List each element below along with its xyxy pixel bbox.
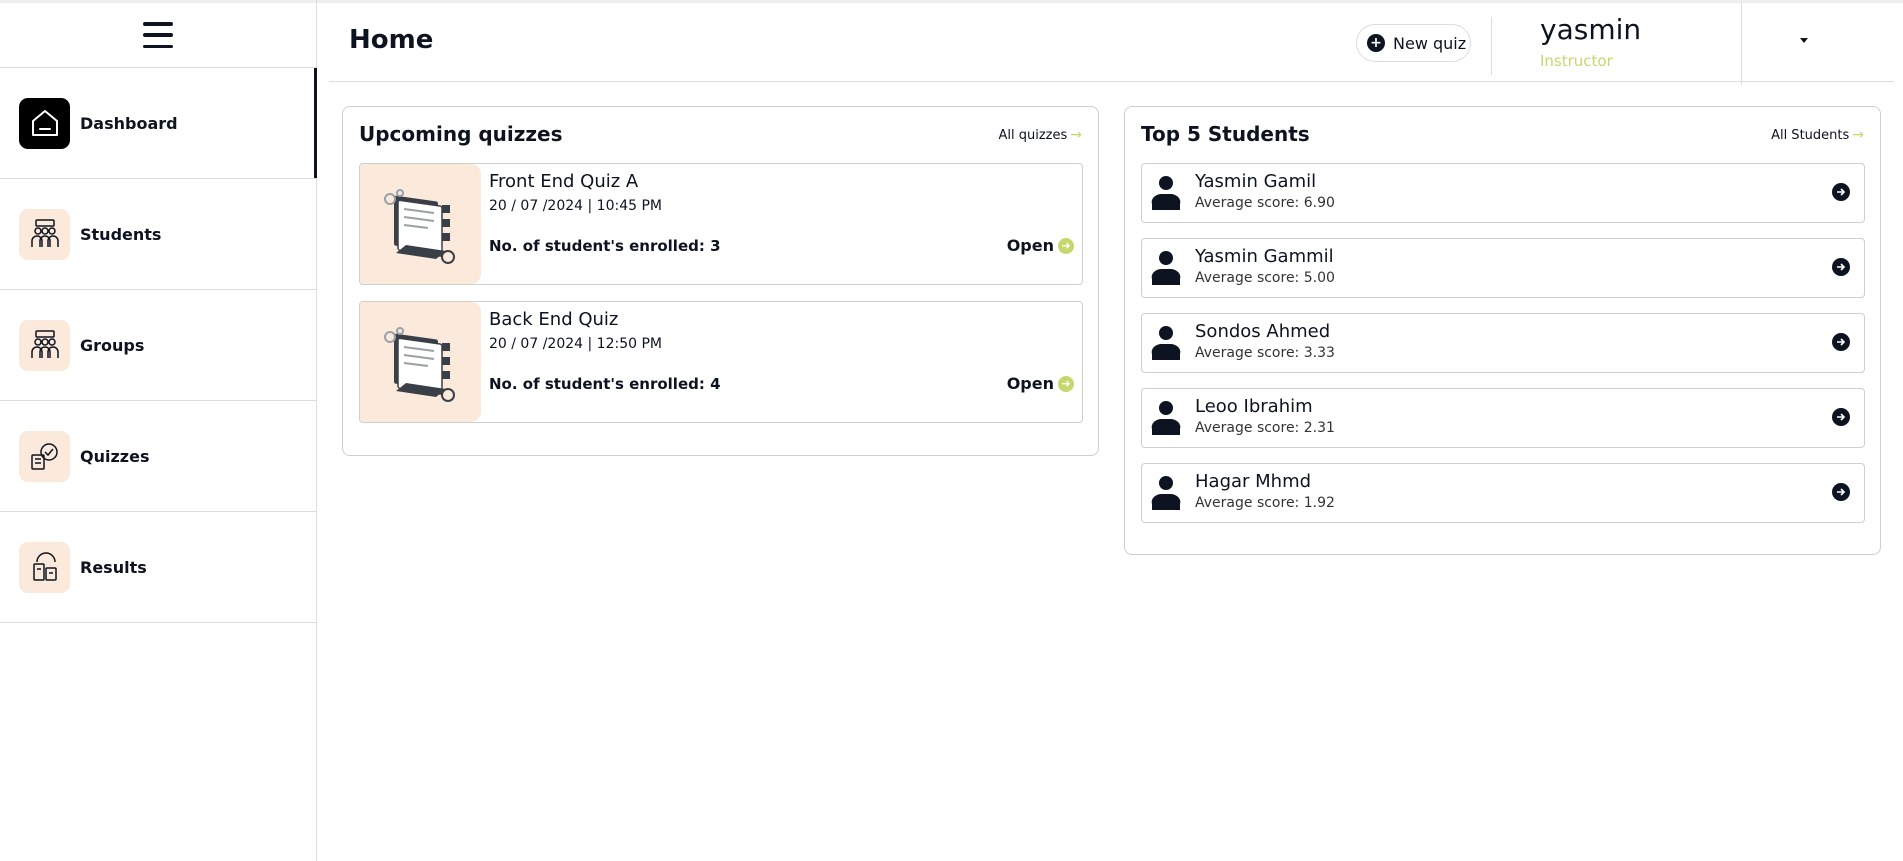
- open-label: Open: [1006, 236, 1054, 255]
- student-row[interactable]: Leoo Ibrahim Average score: 2.31: [1141, 388, 1865, 448]
- student-name: Sondos Ahmed: [1195, 321, 1331, 342]
- user-avatar-icon: [1151, 401, 1181, 435]
- quiz-title: Front End Quiz A: [489, 171, 639, 192]
- quiz-date: 20 / 07 /2024 | 12:50 PM: [489, 336, 662, 352]
- home-icon: [19, 97, 70, 149]
- sidebar-item-dashboard[interactable]: Dashboard: [0, 68, 317, 179]
- arrow-circle-right-icon[interactable]: [1832, 333, 1850, 351]
- top-header: Home + New quiz yasmin Instructor: [317, 0, 1903, 85]
- student-row[interactable]: Hagar Mhmd Average score: 1.92: [1141, 463, 1865, 523]
- student-score: Average score: 3.33: [1195, 345, 1335, 361]
- student-score: Average score: 6.90: [1195, 195, 1335, 211]
- quiz-illustration: [360, 164, 481, 284]
- panel-title: Upcoming quizzes: [359, 122, 563, 146]
- arrow-circle-right-icon[interactable]: [1832, 183, 1850, 201]
- sidebar-item-label: Results: [80, 557, 147, 577]
- arrow-circle-right-icon[interactable]: [1832, 483, 1850, 501]
- all-students-label: All Students: [1771, 127, 1850, 143]
- quizzes-icon: [19, 430, 70, 482]
- sidebar-item-groups[interactable]: Groups: [0, 290, 316, 401]
- arrow-right-icon: →: [1852, 127, 1864, 143]
- all-students-link[interactable]: All Students →: [1771, 127, 1864, 143]
- quiz-enrolled-count: No. of student's enrolled: 4: [489, 375, 721, 393]
- header-divider: [1491, 17, 1492, 75]
- student-name: Yasmin Gammil: [1195, 246, 1334, 267]
- student-row[interactable]: Yasmin Gammil Average score: 5.00: [1141, 238, 1865, 298]
- user-menu-caret-icon[interactable]: [1800, 38, 1808, 43]
- user-avatar-icon: [1151, 251, 1181, 285]
- student-name: Leoo Ibrahim: [1195, 396, 1313, 417]
- page-title: Home: [349, 25, 434, 55]
- sidebar-item-quizzes[interactable]: Quizzes: [0, 401, 316, 512]
- arrow-circle-right-icon: ➜: [1058, 237, 1074, 254]
- header-bottom-divider: [329, 81, 1894, 82]
- user-role: Instructor: [1540, 52, 1613, 70]
- student-name: Hagar Mhmd: [1195, 471, 1312, 492]
- sidebar-item-label: Quizzes: [80, 446, 150, 466]
- quiz-title: Back End Quiz: [489, 309, 619, 330]
- user-name: yasmin: [1540, 13, 1642, 46]
- user-avatar-icon: [1151, 476, 1181, 510]
- sidebar-header: [0, 0, 316, 68]
- student-name: Yasmin Gamil: [1195, 171, 1317, 192]
- student-score: Average score: 5.00: [1195, 270, 1335, 286]
- quiz-date: 20 / 07 /2024 | 10:45 PM: [489, 198, 662, 214]
- new-quiz-label: New quiz: [1393, 33, 1467, 53]
- student-row[interactable]: Yasmin Gamil Average score: 6.90: [1141, 163, 1865, 223]
- all-quizzes-link[interactable]: All quizzes →: [998, 127, 1082, 143]
- open-label: Open: [1006, 374, 1054, 393]
- results-icon: [19, 541, 70, 593]
- plus-circle-icon: +: [1367, 34, 1385, 52]
- user-avatar-icon: [1151, 176, 1181, 210]
- quiz-enrolled-count: No. of student's enrolled: 3: [489, 237, 721, 255]
- sidebar-item-label: Students: [80, 224, 162, 244]
- quiz-illustration: [360, 302, 481, 422]
- student-score: Average score: 1.92: [1195, 495, 1335, 511]
- upcoming-quizzes-panel: Upcoming quizzes All quizzes → Front End…: [342, 106, 1099, 456]
- quiz-card: Back End Quiz 20 / 07 /2024 | 12:50 PM N…: [359, 301, 1083, 423]
- quiz-card: Front End Quiz A 20 / 07 /2024 | 10:45 P…: [359, 163, 1083, 285]
- hamburger-menu-icon[interactable]: [143, 22, 173, 48]
- sidebar-item-students[interactable]: Students: [0, 179, 316, 290]
- open-quiz-button[interactable]: Open ➜: [1007, 374, 1074, 393]
- student-row[interactable]: Sondos Ahmed Average score: 3.33: [1141, 313, 1865, 373]
- arrow-circle-right-icon: ➜: [1058, 375, 1074, 392]
- arrow-right-icon: →: [1070, 127, 1082, 143]
- sidebar-item-label: Groups: [80, 335, 145, 355]
- sidebar-item-label: Dashboard: [80, 113, 178, 133]
- top-students-panel: Top 5 Students All Students → Yasmin Gam…: [1124, 106, 1881, 555]
- arrow-circle-right-icon[interactable]: [1832, 408, 1850, 426]
- sidebar-item-results[interactable]: Results: [0, 512, 316, 623]
- arrow-circle-right-icon[interactable]: [1832, 258, 1850, 276]
- all-quizzes-label: All quizzes: [998, 127, 1068, 143]
- sidebar: Dashboard Students Groups Quizzes Result…: [0, 0, 317, 861]
- groups-icon: [19, 319, 70, 371]
- user-avatar-icon: [1151, 326, 1181, 360]
- open-quiz-button[interactable]: Open ➜: [1007, 236, 1074, 255]
- header-divider: [1741, 3, 1742, 85]
- student-score: Average score: 2.31: [1195, 420, 1335, 436]
- panel-title: Top 5 Students: [1141, 122, 1310, 146]
- new-quiz-button[interactable]: + New quiz: [1356, 24, 1471, 62]
- students-icon: [19, 208, 70, 260]
